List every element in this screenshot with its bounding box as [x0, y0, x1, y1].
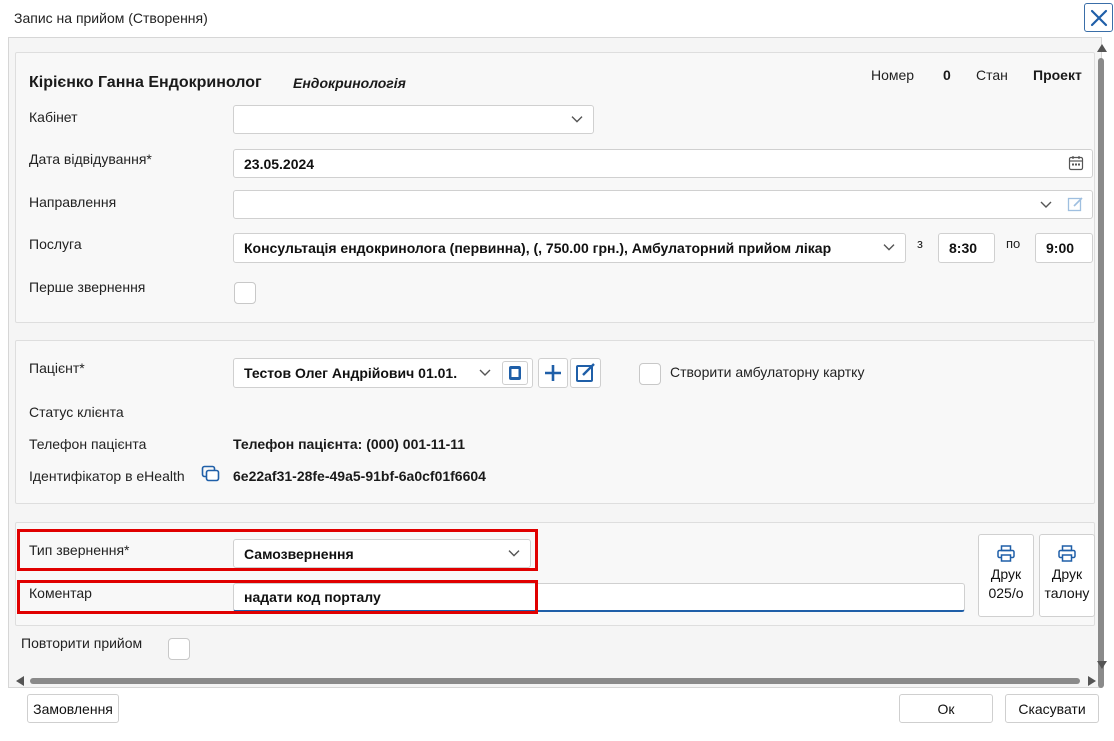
close-button[interactable]	[1084, 3, 1113, 32]
vertical-scrollbar[interactable]	[1094, 38, 1110, 688]
time-from-value: 8:30	[949, 240, 978, 256]
service-label: Послуга	[29, 236, 82, 252]
horizontal-scrollbar[interactable]	[14, 674, 1100, 688]
appeal-type-label: Тип звернення*	[29, 542, 130, 558]
doctor-name: Кірієнко Ганна Ендокринолог	[29, 74, 262, 91]
print-025-line2: 025/о	[988, 585, 1024, 601]
time-to-label: по	[1006, 236, 1021, 251]
time-from-label: з	[917, 236, 923, 251]
ehealth-value: 6e22af31-28fe-49a5-91bf-6a0cf01f6604	[233, 468, 486, 484]
time-from-input[interactable]: 8:30	[938, 233, 995, 263]
appeal-type-select[interactable]: Самозвернення	[233, 539, 531, 568]
client-status-label: Статус клієнта	[29, 404, 124, 420]
plus-icon	[545, 365, 561, 381]
time-to-value: 9:00	[1046, 240, 1075, 256]
id-card-icon	[509, 366, 521, 380]
date-input[interactable]: 23.05.2024	[233, 149, 1093, 178]
scrollbar-thumb[interactable]	[1098, 58, 1104, 688]
state-label: Стан	[976, 67, 1008, 83]
create-card-checkbox[interactable]	[639, 363, 661, 385]
chevron-down-icon[interactable]	[1040, 201, 1052, 209]
hscrollbar-thumb[interactable]	[30, 678, 1080, 684]
first-visit-label: Перше звернення	[29, 279, 146, 295]
scroll-down-icon[interactable]	[1097, 661, 1107, 669]
order-label: Замовлення	[33, 700, 113, 717]
service-value: Консультація ендокринолога (первинна), (…	[244, 240, 832, 256]
ok-label: Ок	[937, 700, 955, 717]
repeat-label: Повторити прийом	[21, 635, 143, 651]
edit-patient-button[interactable]	[570, 358, 601, 388]
close-icon	[1090, 9, 1107, 26]
print-025-button[interactable]: Друк 025/о	[978, 534, 1034, 617]
print-025-line1: Друк	[990, 566, 1022, 582]
comment-highlight	[17, 580, 538, 614]
ok-button[interactable]: Ок	[899, 694, 993, 723]
service-select[interactable]: Консультація ендокринолога (первинна), (…	[233, 233, 906, 263]
state-value: Проект	[1033, 67, 1082, 83]
repeat-checkbox[interactable]	[168, 638, 190, 660]
edit-icon[interactable]	[1067, 196, 1084, 213]
order-button[interactable]: Замовлення	[27, 694, 119, 723]
date-label: Дата відвідування*	[29, 151, 152, 167]
chevron-down-icon[interactable]	[479, 369, 491, 377]
first-visit-checkbox[interactable]	[234, 282, 256, 304]
scroll-right-icon[interactable]	[1088, 676, 1096, 686]
phone-value: Телефон пацієнта: (000) 001-11-11	[233, 436, 466, 452]
cancel-label: Скасувати	[1018, 700, 1086, 717]
date-value: 23.05.2024	[244, 155, 315, 172]
time-to-input[interactable]: 9:00	[1035, 233, 1093, 263]
chevron-down-icon	[571, 115, 583, 123]
comment-label: Коментар	[29, 585, 92, 601]
number-label: Номер	[871, 67, 915, 83]
printer-icon	[997, 545, 1015, 562]
window-title: Запис на прийом (Створення)	[14, 10, 208, 26]
chevron-down-icon	[883, 244, 895, 251]
patient-card-button[interactable]	[502, 361, 528, 385]
printer-icon	[1058, 545, 1076, 562]
add-patient-button[interactable]	[538, 358, 568, 388]
patient-value: Тестов Олег Андрійович 01.01.	[244, 365, 458, 381]
create-card-label: Створити амбулаторну картку	[670, 364, 865, 380]
referral-select[interactable]	[233, 190, 1093, 219]
cancel-button[interactable]: Скасувати	[1005, 694, 1099, 723]
appeal-type-value: Самозвернення	[244, 545, 354, 562]
appointment-card	[15, 52, 1095, 323]
patient-label: Пацієнт*	[29, 360, 85, 376]
number-value: 0	[943, 67, 951, 83]
print-ticket-button[interactable]: Друк талону	[1039, 534, 1095, 617]
ehealth-label: Ідентифікатор в eHealth	[29, 468, 185, 484]
scroll-left-icon[interactable]	[16, 676, 24, 686]
chevron-down-icon	[508, 549, 520, 557]
doctor-specialty: Ендокринологія	[293, 75, 406, 91]
cabinet-select[interactable]	[233, 105, 594, 134]
edit-icon	[575, 363, 595, 382]
cabinet-label: Кабінет	[29, 109, 78, 125]
scroll-up-icon[interactable]	[1097, 44, 1107, 52]
copy-icon[interactable]	[201, 465, 221, 483]
print-ticket-line2: талону	[1044, 585, 1090, 601]
calendar-icon[interactable]	[1068, 155, 1084, 171]
referral-label: Направлення	[29, 194, 117, 210]
phone-label: Телефон пацієнта	[29, 436, 147, 452]
print-ticket-line1: Друк	[1051, 566, 1083, 582]
